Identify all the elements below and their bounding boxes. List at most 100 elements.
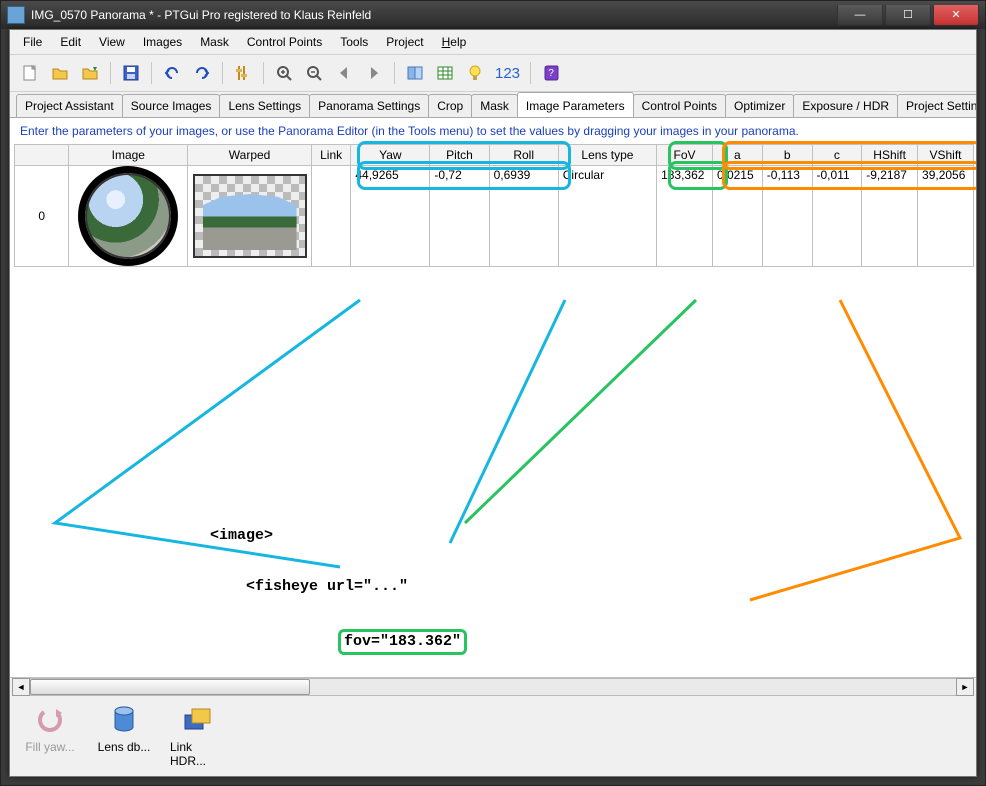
col-roll[interactable]: Roll [489, 145, 558, 166]
app-window: IMG_0570 Panorama * - PTGui Pro register… [0, 0, 986, 786]
tabstrip: Project Assistant Source Images Lens Set… [10, 92, 976, 118]
cell-vshift[interactable]: 39,2056 [918, 166, 974, 267]
anno-fisheye: <fisheye url="..." [210, 578, 755, 595]
fill-yaw-icon [34, 704, 66, 736]
col-b[interactable]: b [762, 145, 812, 166]
menu-project[interactable]: Project [377, 32, 432, 52]
titlebar: IMG_0570 Panorama * - PTGui Pro register… [1, 1, 985, 29]
lens-db-button[interactable]: Lens db... [96, 704, 152, 768]
options-icon[interactable] [229, 59, 257, 87]
cell-warped [188, 166, 312, 267]
lightbulb-icon[interactable] [461, 59, 489, 87]
tab-crop[interactable]: Crop [428, 94, 472, 117]
menu-view[interactable]: View [90, 32, 134, 52]
tab-project-assistant[interactable]: Project Assistant [16, 94, 123, 117]
cell-hshift[interactable]: -9,2187 [862, 166, 918, 267]
col-vshift[interactable]: VShift [918, 145, 974, 166]
toolbar-number[interactable]: 123 [491, 65, 524, 82]
open-recent-icon[interactable] [76, 59, 104, 87]
tab-project-settings[interactable]: Project Settings [897, 94, 976, 117]
scroll-left-icon[interactable]: ◄ [12, 678, 30, 696]
open-icon[interactable] [46, 59, 74, 87]
cell-b[interactable]: -0,113 [762, 166, 812, 267]
close-button[interactable]: ✕ [933, 5, 979, 26]
cell-index: 0 [15, 166, 69, 267]
col-yaw[interactable]: Yaw [351, 145, 430, 166]
menu-tools[interactable]: Tools [331, 32, 377, 52]
source-thumbnail[interactable] [85, 173, 171, 259]
code-annotation: <image> <fisheye url="..." fov="183.362"… [210, 493, 755, 696]
col-fov[interactable]: FoV [657, 145, 713, 166]
anno-image-open: <image> [210, 527, 755, 544]
cell-fov[interactable]: 183,362 [657, 166, 713, 267]
cell-yaw[interactable]: 44,9265 [351, 166, 430, 267]
tab-optimizer[interactable]: Optimizer [725, 94, 794, 117]
tab-lens-settings[interactable]: Lens Settings [219, 94, 310, 117]
maximize-button[interactable]: ☐ [885, 5, 931, 26]
scroll-thumb[interactable] [30, 679, 310, 695]
zoom-out-icon[interactable] [300, 59, 328, 87]
new-project-icon[interactable] [16, 59, 44, 87]
toolbar: 123 ? [10, 55, 976, 92]
database-icon [108, 704, 140, 736]
menu-control-points[interactable]: Control Points [238, 32, 331, 52]
grid-wrap: Image Warped Link Yaw Pitch Roll Lens ty… [10, 144, 976, 267]
tab-panorama-settings[interactable]: Panorama Settings [309, 94, 429, 117]
save-icon[interactable] [117, 59, 145, 87]
anno-fov: fov="183.362" [338, 629, 467, 655]
header-row: Image Warped Link Yaw Pitch Roll Lens ty… [15, 145, 974, 166]
tab-source-images[interactable]: Source Images [122, 94, 221, 117]
col-link[interactable]: Link [311, 145, 350, 166]
cell-link[interactable] [311, 166, 350, 267]
table-row[interactable]: 0 44,9265 -0,72 0,6939 Circular 183,362 … [15, 166, 974, 267]
col-hshift[interactable]: HShift [862, 145, 918, 166]
horizontal-scrollbar[interactable]: ◄ ► [10, 677, 976, 696]
cell-pitch[interactable]: -0,72 [430, 166, 489, 267]
undo-icon[interactable] [158, 59, 186, 87]
menu-mask[interactable]: Mask [191, 32, 238, 52]
col-c[interactable]: c [812, 145, 862, 166]
tab-control-points[interactable]: Control Points [633, 94, 726, 117]
minimize-button[interactable]: — [837, 5, 883, 26]
cell-c[interactable]: -0,011 [812, 166, 862, 267]
tab-image-parameters[interactable]: Image Parameters [517, 92, 634, 118]
link-hdr-icon [182, 704, 214, 736]
fill-yaw-button: Fill yaw... [22, 704, 78, 768]
scroll-track[interactable] [30, 678, 956, 696]
window-title: IMG_0570 Panorama * - PTGui Pro register… [31, 8, 837, 22]
col-index[interactable] [15, 145, 69, 166]
hint-text: Enter the parameters of your images, or … [10, 118, 976, 144]
client-area: File Edit View Images Mask Control Point… [9, 29, 977, 777]
col-lens[interactable]: Lens type [558, 145, 656, 166]
warped-thumbnail[interactable] [193, 174, 307, 258]
col-pitch[interactable]: Pitch [430, 145, 489, 166]
scroll-right-icon[interactable]: ► [956, 678, 974, 696]
cell-lens[interactable]: Circular [558, 166, 656, 267]
svg-text:?: ? [548, 68, 554, 79]
menu-help[interactable]: Help [433, 32, 476, 52]
zoom-in-icon[interactable] [270, 59, 298, 87]
menubar: File Edit View Images Mask Control Point… [10, 30, 976, 55]
menu-images[interactable]: Images [134, 32, 191, 52]
col-image[interactable]: Image [69, 145, 188, 166]
content-area: Enter the parameters of your images, or … [10, 118, 976, 696]
cell-roll[interactable]: 0,6939 [489, 166, 558, 267]
footer-toolbar: Fill yaw... Lens db... Link HDR... [10, 696, 976, 776]
tab-exposure-hdr[interactable]: Exposure / HDR [793, 94, 898, 117]
prev-icon[interactable] [330, 59, 358, 87]
window-buttons: — ☐ ✕ [837, 5, 979, 26]
col-a[interactable]: a [712, 145, 762, 166]
parameters-table: Image Warped Link Yaw Pitch Roll Lens ty… [14, 144, 974, 267]
cell-image [69, 166, 188, 267]
menu-file[interactable]: File [14, 32, 51, 52]
link-hdr-button[interactable]: Link HDR... [170, 704, 226, 768]
cell-a[interactable]: 0,0215 [712, 166, 762, 267]
menu-edit[interactable]: Edit [51, 32, 90, 52]
next-icon[interactable] [360, 59, 388, 87]
panorama-editor-icon[interactable] [401, 59, 429, 87]
help-book-icon[interactable]: ? [537, 59, 565, 87]
redo-icon[interactable] [188, 59, 216, 87]
tab-mask[interactable]: Mask [471, 94, 518, 117]
table-icon[interactable] [431, 59, 459, 87]
col-warped[interactable]: Warped [188, 145, 312, 166]
